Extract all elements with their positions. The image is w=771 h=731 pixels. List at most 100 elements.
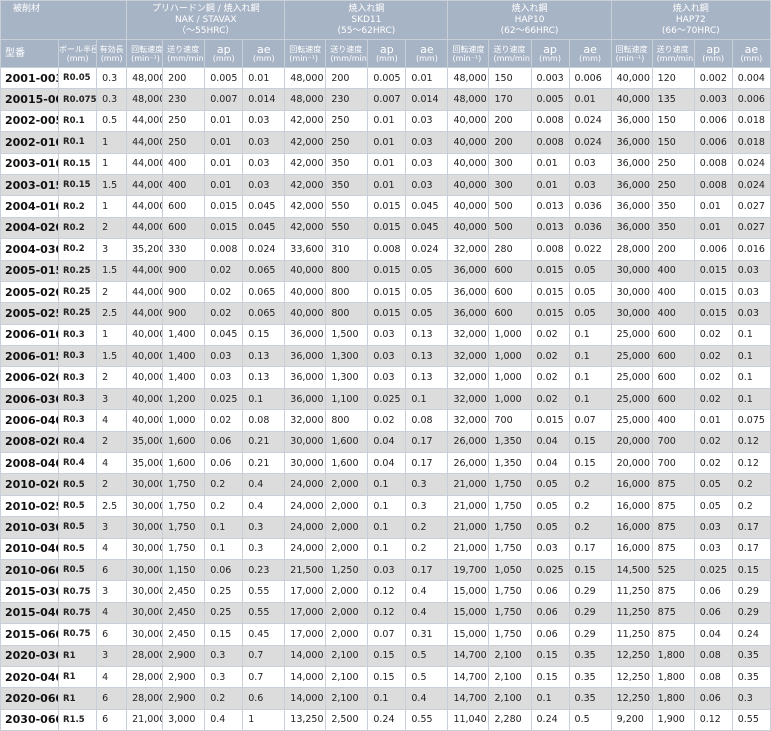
value-cell: 0.03 xyxy=(367,323,407,347)
value-cell: 1,500 xyxy=(325,323,369,347)
value-cell: 0.15 xyxy=(367,665,407,689)
model-cell: 2015-060 xyxy=(0,623,60,646)
value-cell: 0.17 xyxy=(568,537,612,560)
value-cell: 40,000 xyxy=(126,366,164,389)
value-cell: 32,000 xyxy=(447,409,490,432)
value-cell: 0.05 xyxy=(568,280,612,304)
value-cell: 0.03 xyxy=(367,366,407,389)
effective-length-cell: 4 xyxy=(96,452,128,475)
value-cell: 28,000 xyxy=(126,644,164,667)
value-cell: 36,000 xyxy=(610,216,653,240)
value-cell: 0.29 xyxy=(568,601,612,625)
speed-header: 回転速度 (min⁻¹) xyxy=(126,39,164,68)
effective-length-cell: 2.5 xyxy=(96,494,128,518)
effective-length-cell: 2.5 xyxy=(96,302,128,325)
value-cell: 0.02 xyxy=(530,323,570,347)
value-cell: 1,100 xyxy=(325,387,369,411)
value-cell: 2,100 xyxy=(488,644,532,667)
value-cell: 15,000 xyxy=(447,580,490,603)
value-cell: 0.13 xyxy=(405,366,449,389)
model-cell: 2006-040 xyxy=(0,409,60,432)
value-cell: 350 xyxy=(325,152,369,175)
value-cell: 0.015 xyxy=(367,195,407,218)
value-cell: 0.024 xyxy=(242,238,286,261)
value-cell: 0.08 xyxy=(693,644,733,667)
value-cell: 44,000 xyxy=(126,173,164,197)
value-cell: 0.05 xyxy=(530,516,570,539)
ball-radius-cell: R0.3 xyxy=(58,323,98,347)
value-cell: 1,750 xyxy=(162,494,206,518)
value-cell: 1,750 xyxy=(488,494,532,518)
value-cell: 0.2 xyxy=(568,516,612,539)
value-cell: 0.01 xyxy=(242,66,286,90)
model-cell: 2010-060 xyxy=(0,558,60,582)
table-row: 2010-060 R0.5 6 30,000 1,150 0.06 0.23 21,500 1,… xyxy=(0,558,771,582)
table-body: 2001-003 R0.05 0.3 48,000 200 0.005 0.01 48,000… xyxy=(0,66,771,731)
value-cell: 1,750 xyxy=(488,516,532,539)
value-cell: 36,000 xyxy=(284,323,327,347)
value-cell: 0.21 xyxy=(242,430,286,454)
value-cell: 0.015 xyxy=(530,280,570,304)
table-header: 被削材 プリハードン鋼 / 焼入れ鋼 NAK / STAVAX （～55HRC）… xyxy=(0,0,771,68)
value-cell: 0.1 xyxy=(568,345,612,368)
value-cell: 0.03 xyxy=(693,537,733,560)
table-row: 2020-060 R1 6 28,000 2,900 0.2 0.6 14,000 2,100 0… xyxy=(0,687,771,710)
value-cell: 14,500 xyxy=(610,558,653,582)
value-cell: 30,000 xyxy=(126,601,164,625)
value-cell: 2,450 xyxy=(162,580,206,603)
value-cell: 0.03 xyxy=(568,173,612,197)
value-cell: 0.015 xyxy=(367,280,407,304)
value-cell: 0.015 xyxy=(204,195,244,218)
value-cell: 200 xyxy=(325,66,369,90)
value-cell: 875 xyxy=(651,473,695,496)
ae-header: ae (mm) xyxy=(731,39,771,68)
value-cell: 0.015 xyxy=(367,216,407,240)
value-cell: 30,000 xyxy=(126,473,164,496)
value-cell: 1,750 xyxy=(488,601,532,625)
value-cell: 33,600 xyxy=(284,238,327,261)
value-cell: 500 xyxy=(488,216,532,240)
table-row: 2010-025 R0.5 2.5 30,000 1,750 0.2 0.4 24,000 2,… xyxy=(0,494,771,518)
value-cell: 40,000 xyxy=(447,195,490,218)
value-cell: 1,600 xyxy=(162,430,206,454)
value-cell: 2,000 xyxy=(325,623,369,646)
value-cell: 2,900 xyxy=(162,687,206,710)
value-cell: 2,100 xyxy=(325,665,369,689)
value-cell: 600 xyxy=(162,216,206,240)
value-cell: 30,000 xyxy=(126,516,164,539)
value-cell: 0.4 xyxy=(242,473,286,496)
value-cell: 200 xyxy=(162,66,206,90)
value-cell: 14,000 xyxy=(284,687,327,710)
value-cell: 0.08 xyxy=(242,409,286,432)
value-cell: 135 xyxy=(651,88,695,111)
value-cell: 36,000 xyxy=(447,302,490,325)
value-cell: 1,800 xyxy=(651,687,695,710)
value-cell: 0.1 xyxy=(367,516,407,539)
value-cell: 0.17 xyxy=(405,430,449,454)
model-cell: 2003-015 xyxy=(0,173,60,197)
effective-length-cell: 2 xyxy=(96,280,128,304)
value-cell: 0.01 xyxy=(367,152,407,175)
value-cell: 0.03 xyxy=(405,173,449,197)
value-cell: 0.06 xyxy=(204,452,244,475)
table-row: 2015-030 R0.75 3 30,000 2,450 0.25 0.55 17,000 2… xyxy=(0,580,771,603)
effective-length-cell: 6 xyxy=(96,623,128,646)
model-cell: 2004-020 xyxy=(0,216,60,240)
model-cell: 2003-010 xyxy=(0,152,60,175)
ae-header: ae (mm) xyxy=(405,39,449,68)
value-cell: 40,000 xyxy=(447,173,490,197)
value-cell: 550 xyxy=(325,195,369,218)
value-cell: 0.1 xyxy=(367,687,407,710)
value-cell: 0.13 xyxy=(405,345,449,368)
value-cell: 0.29 xyxy=(568,623,612,646)
value-cell: 36,000 xyxy=(284,366,327,389)
value-cell: 36,000 xyxy=(610,173,653,197)
value-cell: 0.4 xyxy=(242,494,286,518)
value-cell: 0.03 xyxy=(693,516,733,539)
value-cell: 0.015 xyxy=(693,280,733,304)
value-cell: 0.3 xyxy=(242,537,286,560)
group-header-nak-stavax: プリハードン鋼 / 焼入れ鋼 NAK / STAVAX （～55HRC） xyxy=(126,0,286,40)
value-cell: 1,600 xyxy=(325,452,369,475)
value-cell: 0.17 xyxy=(405,558,449,582)
value-cell: 1,800 xyxy=(651,665,695,689)
